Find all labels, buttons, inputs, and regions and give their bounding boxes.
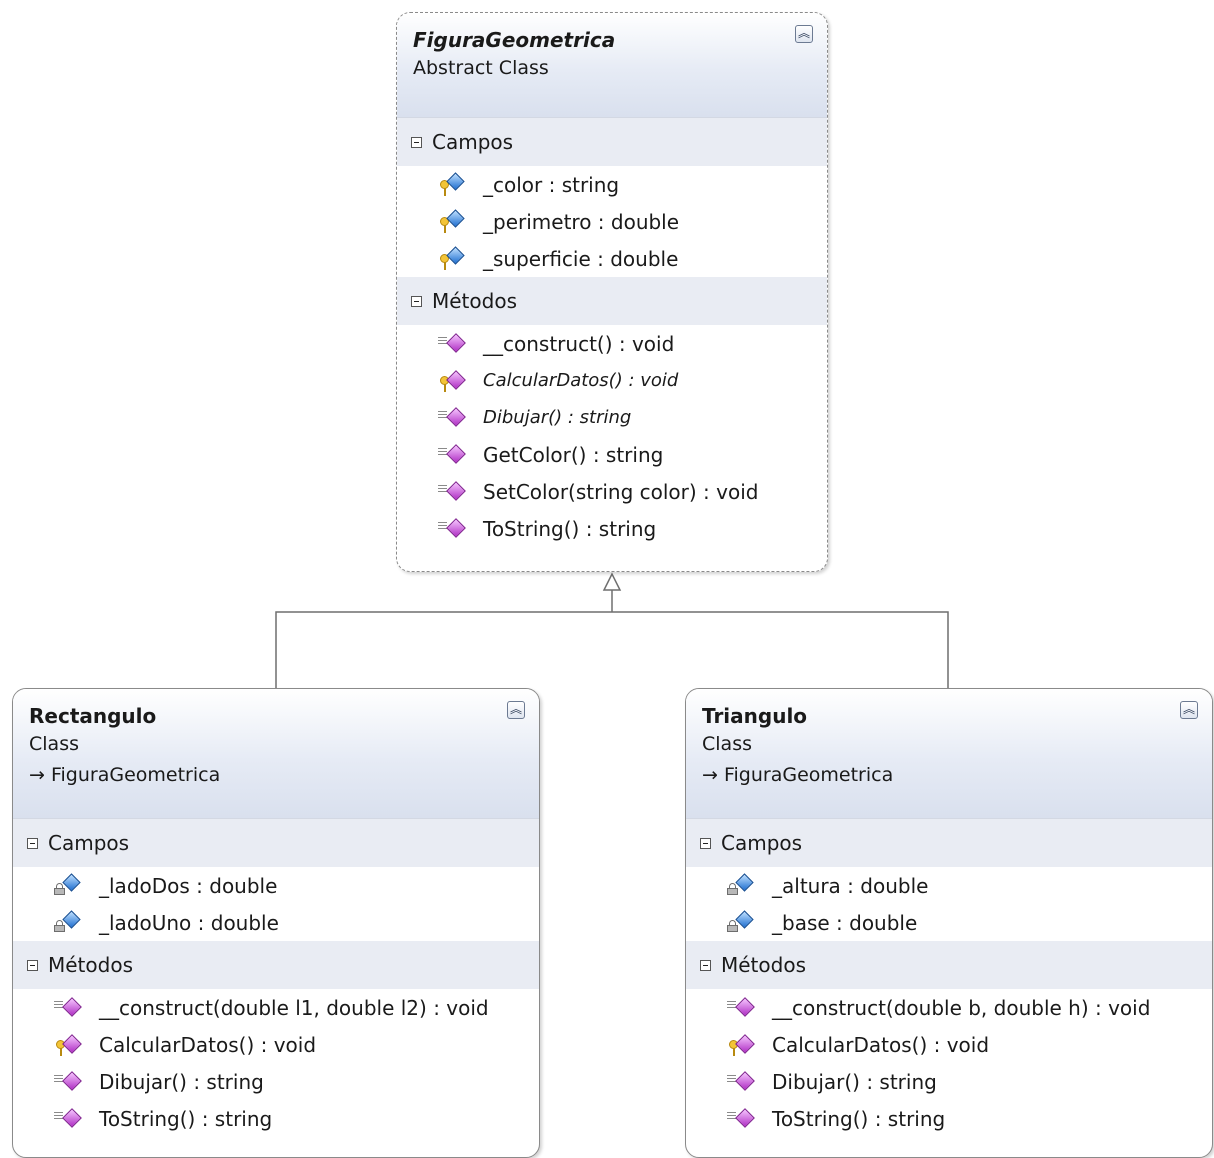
method-row[interactable]: CalcularDatos() : void xyxy=(13,1026,539,1063)
public-method-icon xyxy=(726,996,758,1020)
method-row[interactable]: Dibujar() : string xyxy=(397,399,827,436)
collapse-section-icon[interactable] xyxy=(700,837,711,849)
protected-field-icon xyxy=(437,208,469,234)
protected-field-icon xyxy=(437,171,469,197)
class-header: FiguraGeometrica Abstract Class ︽ xyxy=(397,13,827,118)
public-method-icon xyxy=(437,406,469,430)
private-field-icon xyxy=(726,872,758,898)
collapse-icon[interactable]: ︽ xyxy=(1180,701,1198,719)
method-row[interactable]: GetColor() : string xyxy=(397,436,827,473)
inheritance-arrowhead xyxy=(602,572,622,591)
method-row[interactable]: Dibujar() : string xyxy=(686,1063,1212,1100)
section-methods[interactable]: Métodos xyxy=(13,941,539,989)
method-row[interactable]: Dibujar() : string xyxy=(13,1063,539,1100)
class-name: Triangulo xyxy=(702,704,808,728)
method-row[interactable]: __construct(double b, double h) : void xyxy=(686,989,1212,1026)
field-row[interactable]: _ladoUno : double xyxy=(13,904,539,941)
public-method-icon xyxy=(726,1107,758,1131)
class-triangulo[interactable]: Triangulo Class → FiguraGeometrica ︽ Cam… xyxy=(685,688,1213,1158)
field-row[interactable]: _altura : double xyxy=(686,867,1212,904)
public-method-icon xyxy=(53,1107,85,1131)
class-figurageometrica[interactable]: FiguraGeometrica Abstract Class ︽ Campos… xyxy=(396,12,828,572)
class-header: Triangulo Class → FiguraGeometrica ︽ xyxy=(686,689,1212,819)
method-row[interactable]: CalcularDatos() : void xyxy=(397,362,827,399)
class-base: → FiguraGeometrica xyxy=(29,764,221,786)
collapse-section-icon[interactable] xyxy=(411,136,422,148)
collapse-icon[interactable]: ︽ xyxy=(795,25,813,43)
protected-method-icon xyxy=(726,1033,758,1057)
protected-field-icon xyxy=(437,245,469,271)
public-method-icon xyxy=(53,1070,85,1094)
collapse-section-icon[interactable] xyxy=(411,295,422,307)
private-field-icon xyxy=(53,909,85,935)
method-row[interactable]: SetColor(string color) : void xyxy=(397,473,827,510)
field-row[interactable]: _ladoDos : double xyxy=(13,867,539,904)
field-row[interactable]: _color : string xyxy=(397,166,827,203)
private-field-icon xyxy=(726,909,758,935)
field-row[interactable]: _base : double xyxy=(686,904,1212,941)
public-method-icon xyxy=(437,443,469,467)
class-name: FiguraGeometrica xyxy=(413,28,616,52)
method-row[interactable]: CalcularDatos() : void xyxy=(686,1026,1212,1063)
public-method-icon xyxy=(437,480,469,504)
field-row[interactable]: _superficie : double xyxy=(397,240,827,277)
class-header: Rectangulo Class → FiguraGeometrica ︽ xyxy=(13,689,539,819)
section-methods[interactable]: Métodos xyxy=(686,941,1212,989)
collapse-icon[interactable]: ︽ xyxy=(507,701,525,719)
inherits-arrow-icon: → xyxy=(702,764,718,786)
private-field-icon xyxy=(53,872,85,898)
collapse-section-icon[interactable] xyxy=(27,959,38,971)
class-rectangulo[interactable]: Rectangulo Class → FiguraGeometrica ︽ Ca… xyxy=(12,688,540,1158)
class-base: → FiguraGeometrica xyxy=(702,764,894,786)
method-row[interactable]: ToString() : string xyxy=(13,1100,539,1137)
method-row[interactable]: ToString() : string xyxy=(686,1100,1212,1137)
protected-method-icon xyxy=(53,1033,85,1057)
class-kind: Abstract Class xyxy=(413,57,549,79)
section-fields[interactable]: Campos xyxy=(397,118,827,166)
section-methods[interactable]: Métodos xyxy=(397,277,827,325)
public-method-icon xyxy=(437,332,469,356)
method-row[interactable]: __construct(double l1, double l2) : void xyxy=(13,989,539,1026)
method-row[interactable]: __construct() : void xyxy=(397,325,827,362)
section-fields[interactable]: Campos xyxy=(686,819,1212,867)
protected-method-icon xyxy=(437,369,469,393)
class-name: Rectangulo xyxy=(29,704,157,728)
class-kind: Class xyxy=(29,733,79,755)
inherits-arrow-icon: → xyxy=(29,764,45,786)
public-method-icon xyxy=(437,517,469,541)
class-kind: Class xyxy=(702,733,752,755)
public-method-icon xyxy=(53,996,85,1020)
public-method-icon xyxy=(726,1070,758,1094)
section-fields[interactable]: Campos xyxy=(13,819,539,867)
collapse-section-icon[interactable] xyxy=(27,837,38,849)
field-row[interactable]: _perimetro : double xyxy=(397,203,827,240)
method-row[interactable]: ToString() : string xyxy=(397,510,827,547)
collapse-section-icon[interactable] xyxy=(700,959,711,971)
